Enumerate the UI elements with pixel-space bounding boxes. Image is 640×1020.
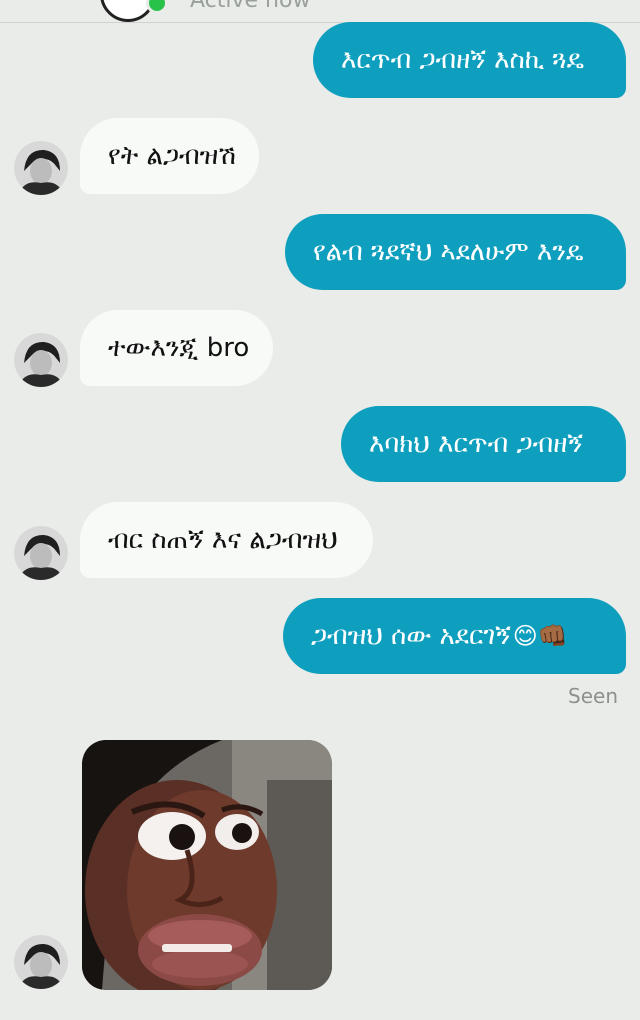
outgoing-message[interactable]: እባክህ እርጥብ ጋብዘኝ (341, 406, 626, 482)
seen-receipt: Seen (568, 684, 618, 708)
contact-avatar-icon (14, 333, 68, 387)
chat-header: Active now (0, 0, 640, 23)
message-text: እርጥብ ጋብዘኝ እስኪ ጓዴ (341, 45, 584, 75)
avatar[interactable] (14, 141, 68, 195)
incoming-message[interactable]: ብር ስጠኝ እና ልጋብዝህ (80, 502, 373, 578)
photo-message[interactable] (82, 740, 332, 990)
message-text: ጋብዝህ ሰው አደርገኝ (311, 621, 511, 651)
contact-avatar-icon (14, 141, 68, 195)
emoji: 😊👊🏾 (512, 622, 568, 650)
surprised-face-photo-icon (82, 740, 332, 990)
message-text: ተውእንጂ bro (108, 333, 250, 363)
message-text: የት ልጋብዝሽ (108, 141, 236, 171)
outgoing-message[interactable]: የልብ ጓደኛህ ኣደለሁም እንዴ (285, 214, 626, 290)
incoming-message[interactable]: የት ልጋብዝሽ (80, 118, 259, 194)
outgoing-message[interactable]: ጋብዝህ ሰው አደርገኝ 😊👊🏾 (283, 598, 626, 674)
contact-avatar-icon (14, 935, 68, 989)
avatar[interactable] (14, 935, 68, 989)
active-status-text: Active now (190, 0, 311, 13)
outgoing-message[interactable]: እርጥብ ጋብዘኝ እስኪ ጓዴ (313, 22, 626, 98)
avatar[interactable] (14, 526, 68, 580)
avatar[interactable] (14, 333, 68, 387)
message-text: እባክህ እርጥብ ጋብዘኝ (369, 429, 583, 459)
message-text: የልብ ጓደኛህ ኣደለሁም እንዴ (313, 237, 584, 267)
contact-avatar-icon (14, 526, 68, 580)
message-text: ብር ስጠኝ እና ልጋብዝህ (108, 525, 338, 555)
incoming-message[interactable]: ተውእንጂ bro (80, 310, 273, 386)
